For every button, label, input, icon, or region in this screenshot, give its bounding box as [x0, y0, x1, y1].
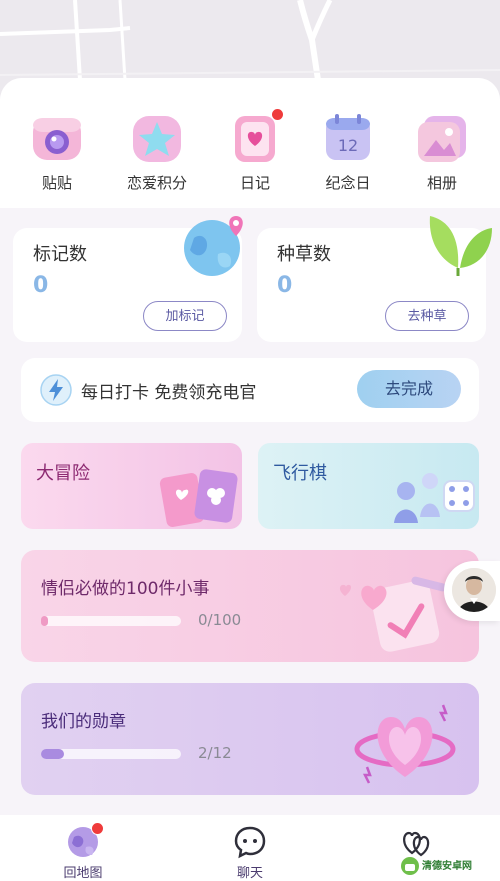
- daily-checkin-banner[interactable]: 每日打卡 免费领充电官 去完成: [21, 358, 479, 422]
- cards-icon: [157, 465, 242, 529]
- feature-diary[interactable]: 日记: [215, 108, 295, 193]
- feature-anniversary[interactable]: 12 纪念日: [308, 110, 388, 193]
- medals-count: 2/12: [198, 744, 232, 762]
- tab-chat[interactable]: 聊天: [210, 825, 290, 881]
- android-logo-icon: [401, 857, 419, 875]
- star-icon: [129, 110, 185, 166]
- ludo-game-card[interactable]: 飞行棋: [258, 443, 479, 529]
- progress-fill: [41, 616, 48, 626]
- feature-label: 贴贴: [41, 174, 72, 192]
- plant-count-value: 0: [277, 273, 293, 298]
- leaf-icon: [424, 206, 494, 278]
- marker-count-title: 标记数: [33, 244, 87, 265]
- hundred-things-title: 情侣必做的100件小事: [41, 579, 210, 599]
- globe-pin-icon: [180, 210, 250, 280]
- watermark-text: 清德安卓网: [422, 861, 472, 872]
- lightning-icon: [40, 374, 72, 406]
- avatar: [452, 568, 496, 612]
- feature-label: 恋爱积分: [126, 174, 187, 192]
- medals-progress-bar: [41, 749, 181, 759]
- hundred-things-card[interactable]: 情侣必做的100件小事 0/100: [21, 550, 479, 662]
- notification-dot: [91, 822, 104, 835]
- go-plant-button[interactable]: 去种草: [385, 301, 469, 331]
- progress-fill: [41, 749, 65, 759]
- checklist-heart-icon: [331, 570, 451, 660]
- tab-map[interactable]: 回地图: [43, 822, 123, 881]
- feature-tietie[interactable]: 贴贴: [17, 110, 97, 193]
- feature-label: 相册: [426, 174, 457, 192]
- diary-icon: [227, 108, 284, 166]
- hundred-things-progress-bar: [41, 616, 181, 626]
- plant-count-title: 种草数: [277, 244, 331, 265]
- ludo-title: 飞行棋: [273, 463, 327, 484]
- hundred-things-count: 0/100: [198, 611, 242, 629]
- heart-medal-icon: [351, 695, 461, 787]
- feature-label: 日记: [239, 174, 270, 192]
- game-pieces-icon: [386, 467, 478, 529]
- add-marker-button[interactable]: 加标记: [143, 301, 227, 331]
- calendar-day-number: 12: [338, 136, 358, 155]
- feature-album[interactable]: 相册: [402, 110, 482, 193]
- map-globe-icon: [66, 822, 104, 859]
- tab-label: 回地图: [63, 866, 103, 881]
- partner-avatar-bubble[interactable]: [444, 561, 500, 621]
- checkin-text: 每日打卡 免费领充电官: [81, 383, 257, 403]
- feature-love-points[interactable]: 恋爱积分: [117, 110, 197, 193]
- tab-label: 聊天: [236, 866, 263, 881]
- medals-card[interactable]: 我们的勋章 2/12: [21, 683, 479, 795]
- photo-album-icon: [414, 110, 470, 166]
- marker-count-value: 0: [33, 273, 49, 298]
- feature-icon-row: 贴贴 恋爱积分 日记 12 纪念日 相册: [0, 78, 500, 208]
- feature-label: 纪念日: [325, 174, 371, 192]
- checkin-complete-button[interactable]: 去完成: [357, 370, 461, 408]
- medals-title: 我们的勋章: [41, 712, 126, 732]
- adventure-game-card[interactable]: 大冒险: [21, 443, 242, 529]
- chat-icon: [233, 825, 267, 859]
- camera-icon: [29, 110, 85, 166]
- watermark: 清德安卓网: [400, 852, 500, 881]
- notification-dot: [271, 108, 284, 121]
- calendar-icon: 12: [320, 110, 376, 166]
- adventure-title: 大冒险: [36, 463, 90, 484]
